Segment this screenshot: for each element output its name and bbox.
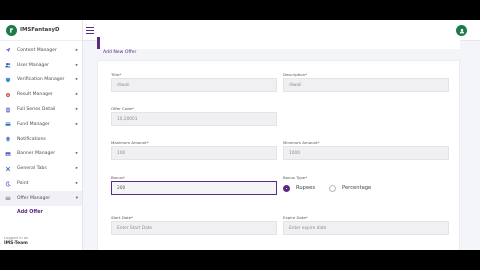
letterbox-bottom — [0, 250, 480, 270]
team-name: IMS-Team — [4, 241, 28, 246]
brand[interactable]: IMSFantasyD — [0, 20, 82, 41]
sidebar-item-label: Offer Manager — [17, 195, 51, 201]
radio-selected-icon — [283, 184, 290, 192]
sidebar-item-point[interactable]: Point ▸ — [0, 176, 82, 191]
sidebar-nav: Content Manager ▸ User Manager ▸ Verific… — [0, 41, 82, 219]
sidebar-item-label: Point — [17, 181, 29, 187]
sidebar-item-full-series-detail[interactable]: Full Series Detail ▸ — [0, 102, 82, 117]
users-icon — [4, 62, 11, 69]
offer-code-input[interactable]: 10,20001 — [111, 112, 277, 126]
radio-percentage[interactable]: Percentage — [329, 184, 372, 192]
bonus-field-group: Bonus* 200 — [111, 175, 277, 195]
sidebar-item-label: Result Manager — [17, 92, 53, 98]
sidebar-item-label: User Manager — [17, 62, 50, 68]
bonus-input[interactable]: 200 — [111, 181, 277, 195]
gear-icon — [4, 91, 11, 98]
radio-rupees-label: Rupees — [296, 185, 316, 191]
sidebar-item-general-tabs[interactable]: General Tabs ▸ — [0, 161, 82, 176]
brand-name: IMSFantasyD — [20, 27, 60, 33]
bonus-type-radio-group: Rupees Percentage — [283, 181, 449, 195]
chevron-right-icon: ▸ — [75, 47, 78, 53]
start-date-input[interactable]: Enter Start Date — [111, 221, 277, 235]
max-amount-input[interactable]: 100 — [111, 146, 277, 160]
chevron-right-icon: ▸ — [75, 92, 78, 98]
expire-date-field-group: Expire Date* Enter expire date — [283, 215, 449, 235]
sidebar-item-label: Verification Manager — [17, 77, 65, 83]
sidebar-item-offer-manager[interactable]: Offer Manager ▾ — [0, 190, 82, 206]
cross-icon — [4, 165, 11, 172]
sidebar-item-label: General Tabs — [17, 166, 47, 172]
document-icon — [4, 106, 11, 113]
start-date-field-group: Start Date* Enter Start Date — [111, 215, 277, 235]
logged-in-info: Logged in as IMS-Team — [4, 235, 28, 246]
sidebar-item-label: Banner Manager — [17, 151, 56, 157]
sidebar-item-label: Fund Manager — [17, 121, 50, 127]
chevron-right-icon: ▸ — [75, 62, 78, 68]
card-icon — [4, 121, 11, 128]
sidebar-item-content-manager[interactable]: Content Manager ▸ — [0, 43, 82, 58]
offer-form-card: Title* diwali Description* diwali Offer … — [97, 60, 460, 250]
bonus-type-field-group: Bonus Type* Rupees Percentage — [283, 175, 449, 195]
sidebar-item-notifications[interactable]: Notifications — [0, 132, 82, 147]
paper-plane-icon — [4, 47, 11, 54]
letterbox-top — [0, 0, 480, 20]
card-header: Add New Offer — [97, 37, 460, 55]
radio-rupees[interactable]: Rupees — [283, 184, 316, 192]
sidebar-subitem-add-offer[interactable]: Add Offer — [0, 206, 82, 219]
sidebar-item-result-manager[interactable]: Result Manager ▸ — [0, 87, 82, 102]
sidebar-item-label: Notifications — [17, 136, 46, 142]
chevron-right-icon: ▸ — [75, 107, 78, 113]
sidebar-item-fund-manager[interactable]: Fund Manager ▸ — [0, 117, 82, 132]
min-amount-input[interactable]: 1000 — [283, 146, 449, 160]
sidebar-item-user-manager[interactable]: User Manager ▸ — [0, 58, 82, 73]
radio-unselected-icon — [329, 184, 337, 192]
tag-icon — [4, 195, 11, 202]
hamburger-menu-icon[interactable] — [86, 27, 94, 34]
chevron-down-icon: ▾ — [75, 195, 78, 201]
sidebar-item-label: Full Series Detail — [17, 107, 56, 113]
sidebar: IMSFantasyD Content Manager ▸ User Manag… — [0, 20, 83, 250]
bell-icon — [4, 136, 11, 143]
chevron-right-icon: ▸ — [75, 166, 78, 172]
user-icon — [459, 28, 464, 33]
avatar[interactable] — [456, 25, 467, 36]
description-field-group: Description* diwali — [283, 72, 449, 92]
sidebar-item-label: Content Manager — [17, 47, 57, 53]
offer-code-field-group: Offer Code* 10,20001 — [111, 106, 277, 126]
logged-in-label: Logged in as — [4, 235, 29, 240]
min-amount-field-group: Minimum Amount* 1000 — [283, 140, 449, 160]
expire-date-input[interactable]: Enter expire date — [283, 221, 449, 235]
chevron-right-icon: ▸ — [75, 181, 78, 187]
radio-percentage-label: Percentage — [342, 185, 372, 191]
title-input[interactable]: diwali — [111, 78, 277, 92]
brand-logo-icon — [6, 24, 17, 36]
app-window: IMSFantasyD Content Manager ▸ User Manag… — [0, 20, 480, 250]
sidebar-item-banner-manager[interactable]: Banner Manager ▸ — [0, 147, 82, 162]
chevron-right-icon: ▸ — [75, 121, 78, 127]
chevron-right-icon: ▸ — [75, 151, 78, 157]
chevron-right-icon: ▸ — [75, 77, 78, 83]
max-amount-field-group: Maximum Amount* 100 — [111, 140, 277, 160]
main-content: Add New Offer Title* diwali Description*… — [83, 37, 480, 250]
card-title: Add New Offer — [103, 50, 137, 55]
image-icon — [4, 150, 11, 157]
description-input[interactable]: diwali — [283, 78, 449, 92]
moon-icon — [4, 180, 11, 187]
title-field-group: Title* diwali — [111, 72, 277, 92]
shield-icon — [4, 76, 11, 83]
sidebar-item-verification-manager[interactable]: Verification Manager ▸ — [0, 73, 82, 88]
